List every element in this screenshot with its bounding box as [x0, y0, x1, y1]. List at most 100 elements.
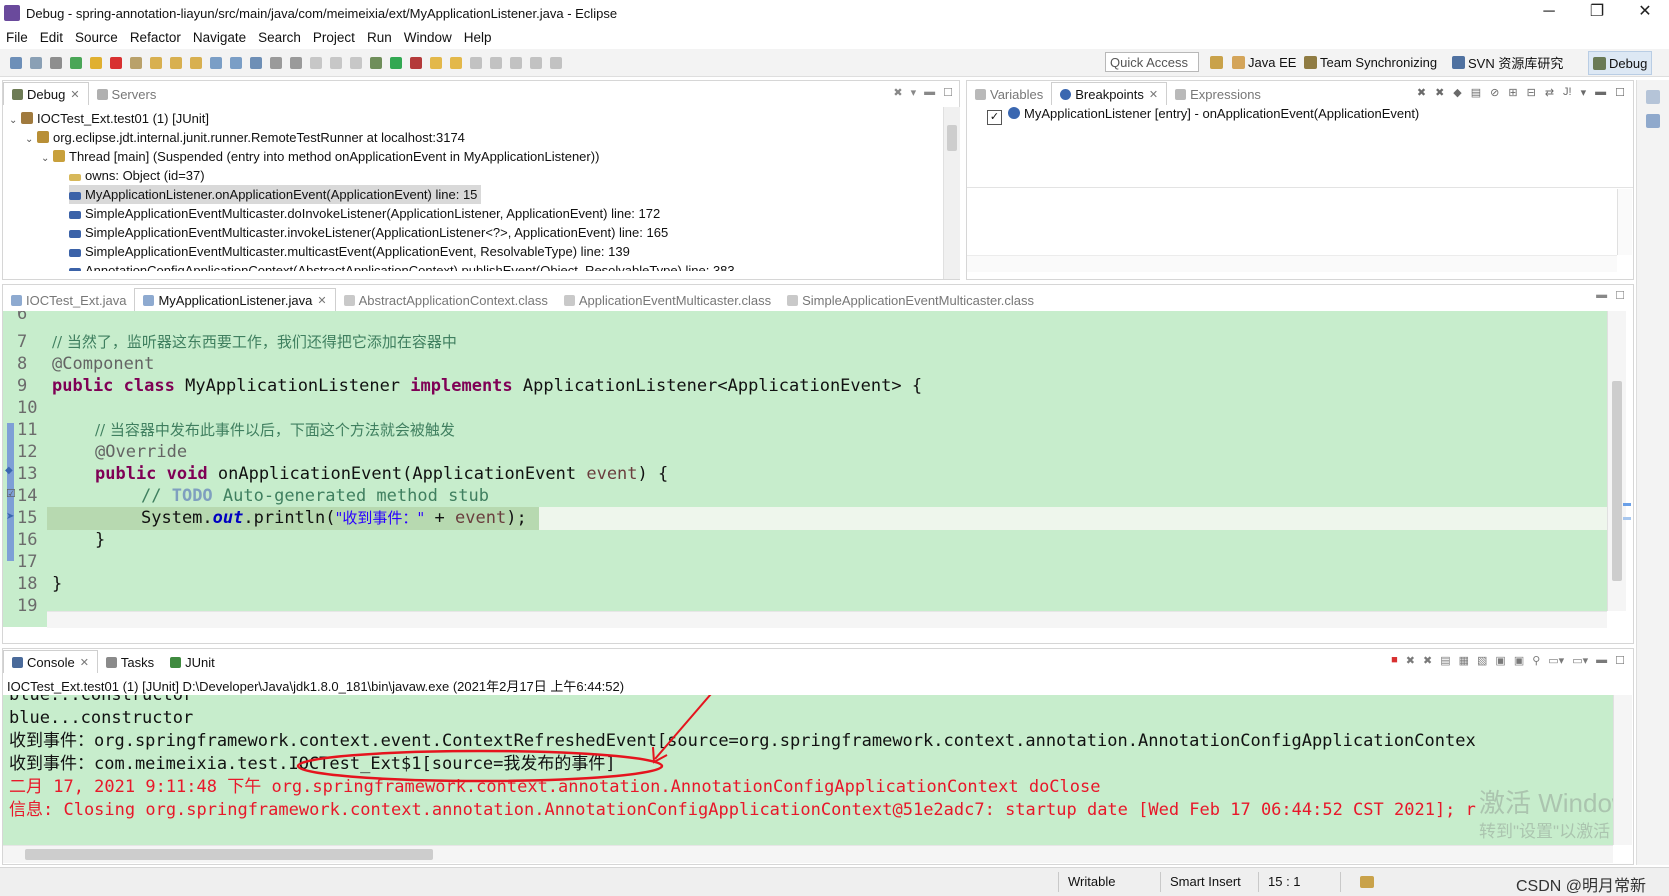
open-console-icon[interactable]: ▭▾ — [1572, 654, 1588, 667]
chevron-down-icon[interactable]: ⌄ — [41, 149, 53, 168]
save-icon[interactable] — [10, 56, 22, 69]
menu-edit[interactable]: Edit — [34, 30, 69, 45]
suspend-icon[interactable] — [90, 56, 102, 69]
tab-expressions[interactable]: Expressions — [1167, 83, 1269, 105]
tab-abstractapplicationcontext[interactable]: AbstractApplicationContext.class — [336, 289, 556, 311]
disconnect-icon[interactable] — [130, 56, 142, 69]
perspective-team-sync[interactable]: Team Synchronizing — [1304, 51, 1437, 73]
minimize-view-icon[interactable]: ▬ — [1596, 654, 1607, 667]
tab-breakpoints[interactable]: Breakpoints ✕ — [1051, 82, 1168, 105]
step-into-icon[interactable] — [150, 56, 162, 69]
collapse-all-icon[interactable]: ⊟ — [1527, 86, 1536, 99]
overview-ruler-mark[interactable] — [1623, 517, 1631, 520]
scrollbar-thumb[interactable] — [25, 849, 433, 860]
maximize-view-icon[interactable]: ☐ — [1615, 86, 1625, 99]
step-over-icon[interactable] — [170, 56, 182, 69]
close-icon[interactable]: ✕ — [1149, 88, 1158, 101]
tree-frame[interactable]: SimpleApplicationEventMulticaster.invoke… — [69, 223, 668, 242]
menu-navigate[interactable]: Navigate — [187, 30, 252, 45]
annotation-next-icon[interactable] — [470, 56, 482, 69]
view-menu-icon[interactable]: ▾ — [911, 86, 917, 99]
drop-to-frame-icon[interactable] — [210, 56, 222, 69]
open-type-icon[interactable] — [270, 56, 282, 69]
menu-project[interactable]: Project — [307, 30, 361, 45]
last-edit-icon[interactable] — [510, 56, 522, 69]
overview-ruler-mark[interactable] — [1623, 503, 1631, 506]
display-console-icon[interactable]: ▭▾ — [1548, 654, 1564, 667]
remove-launch-icon[interactable]: ✖ — [1406, 654, 1415, 667]
remove-all-terminated-icon[interactable]: ✖ — [1423, 654, 1432, 667]
open-perspective-button[interactable] — [1210, 51, 1226, 73]
minimize-view-icon[interactable]: ▬ — [1595, 86, 1606, 99]
tree-frame-selected[interactable]: MyApplicationListener.onApplicationEvent… — [69, 185, 482, 204]
maximize-view-icon[interactable]: ☐ — [943, 86, 953, 99]
resume-icon[interactable] — [70, 56, 82, 69]
insert-mode-status[interactable]: Smart Insert — [1170, 874, 1241, 889]
tab-variables[interactable]: Variables — [967, 83, 1051, 105]
minimize-button[interactable]: ─ — [1525, 0, 1573, 26]
menu-file[interactable]: File — [0, 30, 34, 45]
tab-tasks[interactable]: Tasks — [98, 651, 162, 673]
scroll-lock-icon[interactable]: ▦ — [1459, 654, 1469, 667]
run-launch-icon[interactable] — [390, 56, 402, 69]
skip-all-icon[interactable]: ⊘ — [1490, 86, 1499, 99]
tree-frame[interactable]: SimpleApplicationEventMulticaster.doInvo… — [69, 204, 660, 223]
restore-view-icon[interactable] — [1646, 90, 1660, 104]
tab-servers[interactable]: Servers — [89, 83, 165, 105]
maximize-view-icon[interactable]: ☐ — [1615, 654, 1625, 667]
task-marker-icon[interactable]: ☑ — [6, 487, 16, 500]
perspective-svn[interactable]: SVN 资源库研究 — [1452, 51, 1563, 73]
add-java-exception-icon[interactable]: J! — [1563, 86, 1572, 99]
maximize-view-icon[interactable]: ☐ — [1615, 289, 1625, 302]
perspective-java-ee[interactable]: Java EE — [1232, 51, 1296, 73]
remove-all-breakpoints-icon[interactable]: ✖ — [1435, 86, 1444, 99]
remove-breakpoint-icon[interactable]: ✖ — [1417, 86, 1426, 99]
link-icon[interactable]: ⇄ — [1545, 86, 1554, 99]
scrollbar-thumb[interactable] — [947, 125, 957, 151]
tab-myapplicationlistener[interactable]: MyApplicationListener.java ✕ — [134, 288, 336, 311]
open-folder-icon[interactable] — [430, 56, 442, 69]
detail-scrollbar[interactable] — [1617, 189, 1632, 255]
tab-simpleapplicationeventmulticaster[interactable]: SimpleApplicationEventMulticaster.class — [779, 289, 1042, 311]
annotation-prev-icon[interactable] — [490, 56, 502, 69]
perspective-debug[interactable]: Debug — [1588, 51, 1653, 75]
restore-button[interactable]: ❐ — [1573, 0, 1621, 26]
editor-hscrollbar[interactable] — [47, 611, 1607, 628]
close-icon[interactable]: ✕ — [80, 656, 89, 669]
minimize-view-icon[interactable]: ▬ — [924, 86, 935, 99]
terminate-icon[interactable] — [110, 56, 122, 69]
scrollbar-thumb[interactable] — [1612, 381, 1622, 581]
use-step-filters-icon[interactable] — [230, 56, 242, 69]
step-return-icon[interactable] — [190, 56, 202, 69]
menu-run[interactable]: Run — [361, 30, 398, 45]
terminate-icon[interactable]: ■ — [1391, 654, 1398, 667]
toggle-mark-occurrences-icon[interactable] — [310, 56, 322, 69]
menu-window[interactable]: Window — [398, 30, 458, 45]
breakpoint-item[interactable]: ✓ MyApplicationListener [entry] - onAppli… — [987, 104, 1419, 125]
remove-terminated-icon[interactable]: ✖ — [893, 86, 902, 99]
breakpoint-checkbox[interactable]: ✓ — [987, 110, 1002, 125]
new-wizard-icon[interactable] — [250, 56, 262, 69]
menu-search[interactable]: Search — [252, 30, 307, 45]
progress-icon[interactable] — [1360, 876, 1374, 888]
close-icon[interactable]: ✕ — [317, 294, 326, 307]
console-output[interactable]: blue...constructor blue...constructor 收到… — [3, 695, 1613, 845]
open-task-icon[interactable] — [290, 56, 302, 69]
toggle-block-selection-icon[interactable] — [330, 56, 342, 69]
tree-target[interactable]: ⌄ org.eclipse.jdt.internal.junit.runner.R… — [25, 128, 465, 147]
show-on-stdout-icon[interactable]: ▣ — [1495, 654, 1505, 667]
search-icon[interactable] — [450, 56, 462, 69]
pin-console-icon[interactable]: ⚲ — [1532, 654, 1540, 667]
tab-junit[interactable]: JUnit — [162, 651, 223, 673]
show-whitespace-icon[interactable] — [350, 56, 362, 69]
save-all-icon[interactable] — [30, 56, 42, 69]
minimize-view-icon[interactable]: ▬ — [1596, 289, 1607, 302]
debug-launch-icon[interactable] — [370, 56, 382, 69]
menu-help[interactable]: Help — [458, 30, 498, 45]
view-menu-icon[interactable]: ▾ — [1581, 86, 1587, 99]
chevron-down-icon[interactable]: ⌄ — [25, 130, 37, 149]
menu-source[interactable]: Source — [69, 30, 124, 45]
outline-view-icon[interactable] — [1646, 114, 1660, 128]
quick-access-input[interactable]: Quick Access — [1105, 52, 1199, 72]
print-icon[interactable] — [50, 56, 62, 69]
